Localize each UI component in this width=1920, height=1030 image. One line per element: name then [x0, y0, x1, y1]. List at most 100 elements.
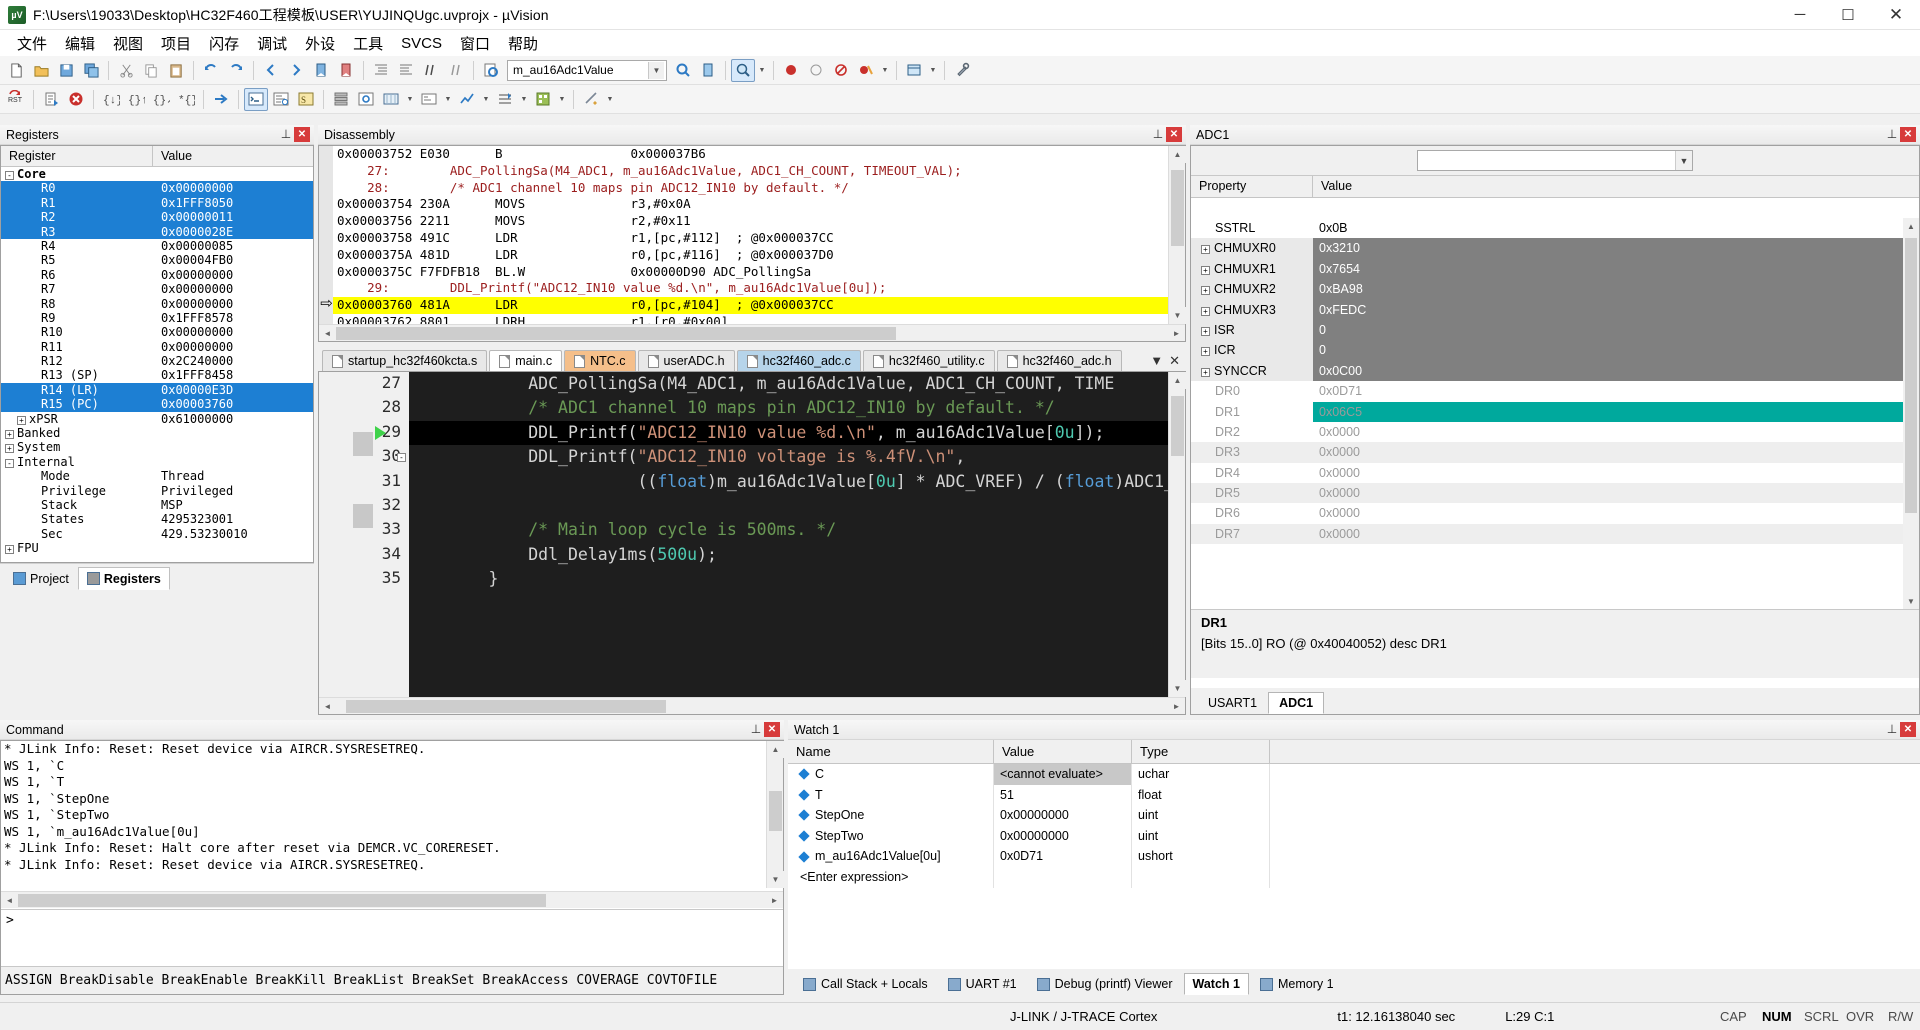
adc-register-value[interactable]: 0xFEDC	[1313, 299, 1919, 320]
command-hscrollbar[interactable]: ◄ ►	[1, 891, 783, 908]
scroll-down-icon[interactable]: ▼	[1169, 680, 1186, 697]
register-row[interactable]: + FPU	[1, 541, 313, 555]
scroll-right-icon[interactable]: ►	[1168, 698, 1185, 715]
register-row[interactable]: States 4295323001	[1, 512, 313, 526]
zoom-icon[interactable]	[731, 58, 755, 82]
expand-icon[interactable]: +	[1201, 265, 1210, 275]
watch-row[interactable]: m_au16Adc1Value[0u] 0x0D71 ushort	[788, 846, 1920, 867]
new-file-icon[interactable]	[4, 59, 28, 82]
close-icon[interactable]: ✕	[1166, 127, 1182, 142]
expand-icon[interactable]: +	[5, 444, 14, 454]
register-row[interactable]: + xPSR 0x61000000	[1, 412, 313, 426]
register-row[interactable]: R13 (SP) 0x1FFF8458	[1, 368, 313, 382]
close-button[interactable]: ✕	[1872, 0, 1920, 30]
pin-icon[interactable]: ⊥	[748, 722, 764, 738]
register-row[interactable]: R14 (LR) 0x00000E3D	[1, 382, 313, 398]
register-row[interactable]: R11 0x00000000	[1, 340, 313, 354]
bookmark-prev-icon[interactable]	[309, 59, 333, 82]
pin-icon[interactable]: ⊥	[1884, 722, 1900, 738]
watch-row[interactable]: C <cannot evaluate> uchar	[788, 764, 1920, 785]
editor-tab-2[interactable]: NTC.c	[564, 350, 636, 371]
scroll-up-icon[interactable]: ▲	[1903, 218, 1919, 234]
disassembly-line[interactable]: 0x0000375A 481D LDR r0,[pc,#116] ; @0x00…	[333, 247, 1168, 264]
adc-register-value[interactable]: 0x0D71	[1313, 381, 1919, 401]
register-row[interactable]: - Internal	[1, 455, 313, 469]
run-to-line-icon[interactable]: *{}	[174, 88, 198, 111]
save-all-icon[interactable]	[79, 59, 103, 82]
register-row[interactable]: + Banked	[1, 426, 313, 440]
adc-register-row[interactable]: DR3 0x0000	[1191, 442, 1919, 463]
chevron-down-icon[interactable]: ▼	[1150, 353, 1163, 368]
project-dropdown-icon[interactable]: ▼	[927, 59, 939, 82]
sidebar-tab-registers[interactable]: Registers	[77, 567, 170, 590]
editor-line[interactable]: ((float)m_au16Adc1Value[0u] * ADC_VREF) …	[409, 470, 1168, 494]
adc-register-row[interactable]: + ISR 0	[1191, 319, 1919, 341]
close-icon[interactable]: ✕	[1900, 722, 1916, 737]
uncomment-icon[interactable]	[444, 59, 468, 82]
step-into-icon[interactable]: {↓}	[99, 88, 123, 111]
symbol-search-combo[interactable]: m_au16Adc1Value ▼	[507, 59, 667, 81]
watch-row[interactable]: StepTwo 0x00000000 uint	[788, 825, 1920, 847]
trace-dropdown-icon[interactable]: ▼	[518, 88, 530, 111]
scroll-down-icon[interactable]: ▼	[1903, 593, 1919, 609]
register-row[interactable]: R9 0x1FFF8578	[1, 311, 313, 325]
scroll-left-icon[interactable]: ◄	[319, 698, 336, 715]
scroll-right-icon[interactable]: ►	[766, 892, 783, 909]
disassembly-hscrollbar[interactable]: ◄ ►	[319, 324, 1185, 341]
adc1-rows[interactable]: SSTRL 0x0B + CHMUXR0 0x3210 + CHMUXR1 0x7654 + CH…	[1191, 218, 1919, 609]
editor-tab-4[interactable]: hc32f460_adc.c	[736, 350, 861, 371]
register-row[interactable]: + System	[1, 440, 313, 454]
expand-icon[interactable]: +	[1201, 245, 1210, 255]
hscroll-thumb[interactable]	[18, 893, 546, 907]
watch-item-value[interactable]: 0x00000000	[994, 825, 1132, 847]
undo-icon[interactable]	[199, 59, 223, 82]
comment-icon[interactable]	[419, 59, 443, 82]
pin-icon[interactable]: ⊥	[278, 127, 294, 143]
expand-icon[interactable]: +	[1201, 367, 1210, 377]
register-row[interactable]: R7 0x00000000	[1, 282, 313, 296]
disassembly-line[interactable]: 29: DDL_Printf("ADC12_IN10 value %d.\n",…	[333, 280, 1168, 297]
menu-item-3[interactable]: 项目	[152, 31, 200, 56]
chevron-down-icon[interactable]: ▼	[648, 61, 664, 79]
scroll-thumb[interactable]	[1171, 396, 1184, 456]
menu-item-10[interactable]: 帮助	[499, 31, 547, 56]
register-row[interactable]: R15 (PC) 0x00003760	[1, 397, 313, 412]
call-stack-window-icon[interactable]	[329, 88, 353, 111]
close-icon[interactable]: ✕	[1169, 353, 1180, 369]
serial-dropdown-icon[interactable]: ▼	[442, 88, 454, 111]
chevron-down-icon[interactable]: ▼	[1675, 151, 1692, 170]
adc-register-row[interactable]: DR7 0x0000	[1191, 523, 1919, 545]
menu-item-0[interactable]: 文件	[8, 31, 56, 56]
zoom-dropdown-icon[interactable]: ▼	[756, 59, 768, 82]
bookmark-icon[interactable]	[696, 59, 720, 82]
kill-all-breakpoints-icon[interactable]	[854, 59, 878, 82]
copy-icon[interactable]	[139, 59, 163, 82]
editor-line[interactable]: ADC_PollingSa(M4_ADC1, m_au16Adc1Value, …	[409, 372, 1168, 396]
close-icon[interactable]: ✕	[1900, 127, 1916, 142]
symbols-window-icon[interactable]: S	[294, 88, 318, 111]
open-file-icon[interactable]	[29, 59, 53, 82]
find-in-files-icon[interactable]	[479, 59, 503, 82]
register-row[interactable]: Mode Thread	[1, 469, 313, 483]
step-over-icon[interactable]: {}↑	[124, 88, 148, 111]
bookmark-next-icon[interactable]	[334, 59, 358, 82]
expand-icon[interactable]: +	[1201, 347, 1210, 357]
scroll-down-icon[interactable]: ▼	[1169, 307, 1186, 324]
disassembly-line[interactable]: 0x00003754 230A MOVS r3,#0x0A	[333, 196, 1168, 213]
minimize-button[interactable]: ─	[1776, 0, 1824, 30]
scroll-up-icon[interactable]: ▲	[1169, 146, 1186, 163]
adc-register-row[interactable]: + CHMUXR3 0xFEDC	[1191, 299, 1919, 320]
system-viewer-dropdown-icon[interactable]: ▼	[556, 88, 568, 111]
expand-icon[interactable]: +	[1201, 326, 1210, 336]
disassembly-line[interactable]: 0x00003756 2211 MOVS r2,#0x11	[333, 213, 1168, 230]
watch-item-name[interactable]: StepTwo	[788, 825, 994, 847]
adc-register-value[interactable]: 0	[1313, 340, 1919, 361]
editor-tab-0[interactable]: startup_hc32f460kcta.s	[322, 350, 488, 371]
close-icon[interactable]: ✕	[294, 127, 310, 142]
hscroll-track[interactable]	[18, 892, 766, 909]
editor-tab-1[interactable]: main.c	[489, 350, 563, 371]
pin-icon[interactable]: ⊥	[1884, 127, 1900, 143]
command-vscrollbar[interactable]: ▲ ▼	[766, 741, 784, 888]
watch-item-name[interactable]: m_au16Adc1Value[0u]	[788, 846, 994, 867]
show-next-statement-icon[interactable]	[209, 88, 233, 111]
